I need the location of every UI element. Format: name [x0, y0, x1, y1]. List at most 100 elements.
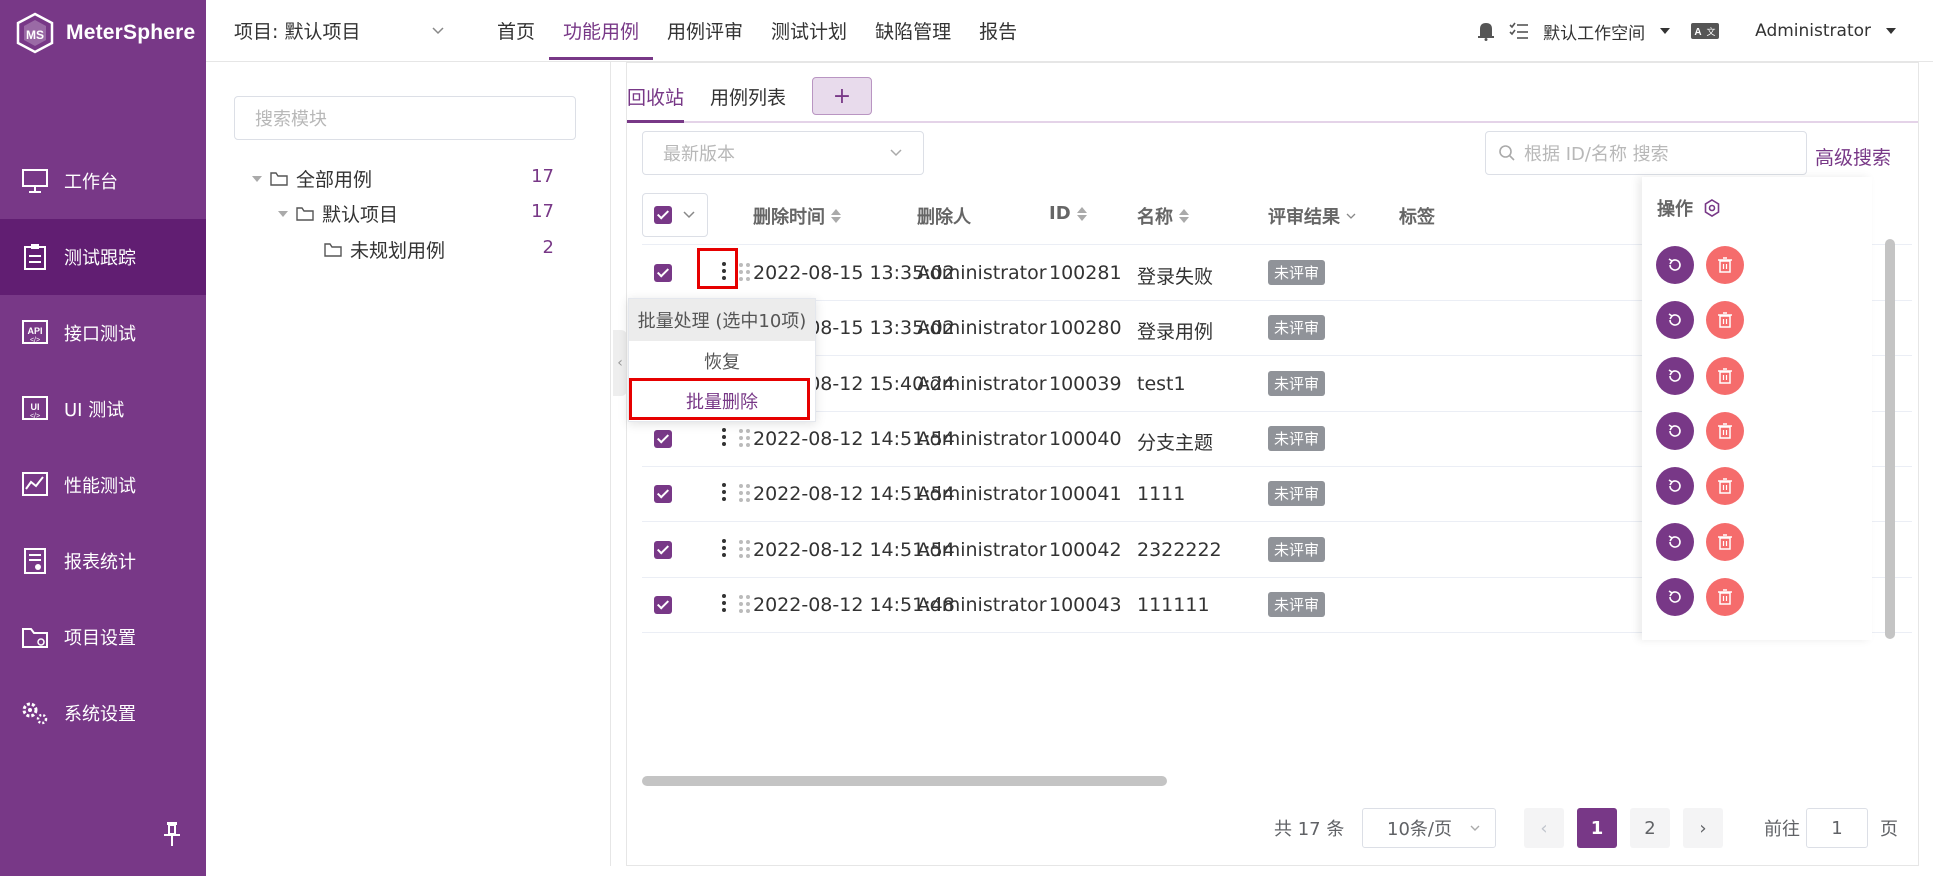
drag-handle-icon[interactable] [739, 428, 750, 447]
pin-icon[interactable] [160, 820, 184, 848]
case-search-input[interactable]: 根据 ID/名称 搜索 [1485, 131, 1807, 175]
restore-button[interactable] [1656, 356, 1694, 395]
restore-button[interactable] [1656, 467, 1694, 506]
more-actions-icon[interactable] [722, 262, 726, 280]
sort-icon[interactable] [1076, 206, 1087, 221]
cell-id: 100039 [1049, 372, 1122, 395]
sidebar-item-label: 报表统计 [64, 552, 136, 573]
next-page-button[interactable]: › [1683, 808, 1723, 848]
delete-button[interactable] [1706, 577, 1744, 616]
row-checkbox[interactable] [654, 264, 672, 282]
restore-menu-item[interactable]: 恢复 [629, 341, 815, 381]
folder-icon [324, 242, 342, 257]
user-menu[interactable]: Administrator [1755, 21, 1871, 41]
delete-button[interactable] [1706, 411, 1744, 450]
restore-button[interactable] [1656, 522, 1694, 561]
select-all-checkbox[interactable] [654, 206, 672, 224]
workspace-select[interactable]: 默认工作空间 [1543, 19, 1645, 44]
delete-button[interactable] [1706, 467, 1744, 506]
tab-recycle-bin[interactable]: 回收站 [627, 83, 685, 123]
folder-icon [20, 622, 50, 652]
delete-button[interactable] [1706, 356, 1744, 395]
page-2-button[interactable]: 2 [1630, 808, 1670, 848]
column-name[interactable]: 名称 [1137, 203, 1189, 229]
menu-issue-management[interactable]: 缺陷管理 [861, 0, 965, 62]
cell-deleter: Administrator [917, 538, 1047, 561]
restore-button[interactable] [1656, 246, 1694, 284]
project-select[interactable]: 项目: 默认项目 [206, 0, 471, 62]
drag-handle-icon[interactable] [739, 539, 750, 558]
sidebar-item-label: 测试跟踪 [64, 248, 136, 269]
add-tab-button[interactable]: + [812, 77, 872, 115]
delete-button[interactable] [1706, 246, 1744, 284]
page-1-button[interactable]: 1 [1577, 808, 1617, 848]
menu-test-plan[interactable]: 测试计划 [757, 0, 861, 62]
delete-button[interactable] [1706, 301, 1744, 340]
column-id[interactable]: ID [1049, 203, 1087, 224]
more-actions-icon[interactable] [722, 538, 726, 557]
row-checkbox[interactable] [654, 595, 672, 614]
drag-handle-icon[interactable] [739, 263, 750, 281]
select-all-dropdown[interactable] [642, 193, 708, 237]
column-label: 删除人 [917, 207, 971, 228]
goto-page-input[interactable]: 1 [1806, 808, 1868, 848]
restore-icon [1668, 424, 1681, 437]
tab-case-list[interactable]: 用例列表 [710, 83, 786, 110]
sidebar-item-ui-test[interactable]: UI </> UI 测试 [0, 371, 206, 447]
prev-page-button[interactable]: ‹ [1524, 808, 1564, 848]
restore-icon [1668, 479, 1681, 492]
restore-button[interactable] [1656, 577, 1694, 616]
version-select[interactable]: 最新版本 [642, 131, 924, 175]
task-list-icon[interactable] [1509, 22, 1529, 40]
column-operation: 操作 [1657, 195, 1721, 221]
sidebar-item-project-settings[interactable]: 项目设置 [0, 599, 206, 675]
more-actions-icon[interactable] [722, 593, 726, 612]
row-checkbox[interactable] [654, 429, 672, 448]
restore-button[interactable] [1656, 411, 1694, 450]
tree-node-all-cases[interactable]: 全部用例 [252, 165, 372, 192]
trash-icon [1718, 367, 1732, 384]
column-delete-time[interactable]: 删除时间 [753, 203, 841, 229]
settings-icon[interactable] [1703, 199, 1721, 217]
delete-button[interactable] [1706, 522, 1744, 561]
language-icon[interactable]: A文 [1691, 23, 1720, 39]
restore-button[interactable] [1656, 301, 1694, 340]
menu-case-review[interactable]: 用例评审 [653, 0, 757, 62]
row-checkbox[interactable] [654, 540, 672, 559]
column-review-result[interactable]: 评审结果 [1268, 203, 1356, 229]
sidebar-item-performance-test[interactable]: 性能测试 [0, 447, 206, 523]
module-search-input[interactable]: 搜索模块 [234, 96, 576, 140]
sidebar-item-test-track[interactable]: 测试跟踪 [0, 219, 206, 295]
sort-icon[interactable] [831, 209, 841, 223]
tree-node-unplanned[interactable]: 未规划用例 [324, 236, 445, 263]
sort-icon[interactable] [1179, 209, 1189, 223]
more-actions-icon[interactable] [722, 483, 726, 502]
menu-home[interactable]: 首页 [483, 0, 549, 62]
sidebar-item-system-settings[interactable]: 系统设置 [0, 675, 206, 751]
sidebar-item-report[interactable]: 报表统计 [0, 523, 206, 599]
clipboard-icon [20, 242, 50, 272]
trash-icon [1718, 257, 1732, 273]
page-size-value: 10条/页 [1387, 819, 1452, 840]
sidebar-item-api-test[interactable]: API </> 接口测试 [0, 295, 206, 371]
bell-icon[interactable] [1477, 21, 1495, 41]
vertical-scrollbar[interactable] [1885, 239, 1895, 639]
menu-functional-case[interactable]: 功能用例 [549, 0, 654, 62]
collapse-handle[interactable]: ‹ [613, 330, 627, 396]
column-tags: 标签 [1399, 203, 1435, 229]
more-actions-icon[interactable] [722, 427, 726, 446]
caret-down-icon [1660, 28, 1671, 34]
tree-node-default-project[interactable]: 默认项目 [278, 200, 398, 227]
sidebar-item-label: 性能测试 [64, 476, 136, 497]
page-size-select[interactable]: 10条/页 [1362, 808, 1496, 848]
folder-icon [296, 206, 314, 221]
drag-handle-icon[interactable] [739, 484, 750, 503]
row-checkbox[interactable] [654, 485, 672, 504]
advanced-search-link[interactable]: 高级搜索 [1815, 143, 1891, 170]
brand[interactable]: MS MeterSphere [0, 0, 206, 66]
batch-delete-menu-item[interactable]: 批量删除 [629, 381, 815, 421]
sidebar-item-workbench[interactable]: 工作台 [0, 143, 206, 219]
horizontal-scrollbar[interactable] [642, 776, 1167, 786]
menu-report[interactable]: 报告 [965, 0, 1031, 62]
drag-handle-icon[interactable] [739, 594, 750, 613]
